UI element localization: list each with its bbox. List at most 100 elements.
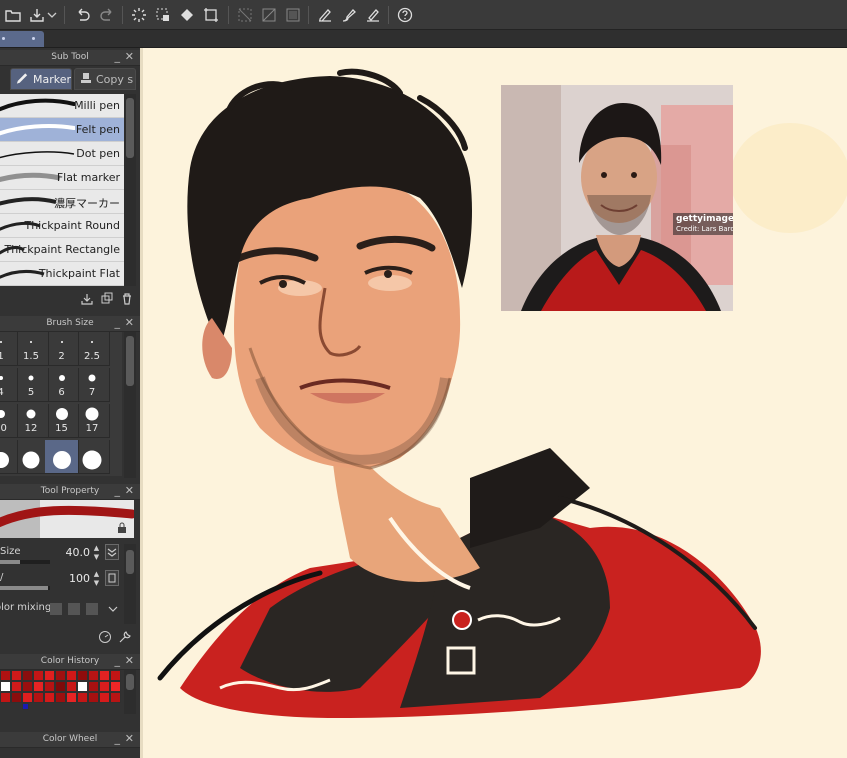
color-history-scrollbar[interactable] [124,670,136,714]
brush-size-cell[interactable]: 17 [75,404,110,438]
tool-property-header[interactable]: Tool Property _ ✕ [0,484,140,500]
color-swatch[interactable] [66,681,77,692]
close-icon[interactable]: ✕ [125,50,134,64]
brush-size-cell[interactable] [45,440,79,474]
color-swatch[interactable] [55,670,66,681]
download-icon[interactable] [80,292,94,306]
brush-size-cell[interactable]: 2.5 [75,332,110,366]
loading-spinner-icon[interactable] [128,4,150,26]
color-swatch[interactable] [88,692,99,703]
close-icon[interactable]: ✕ [125,484,134,498]
color-swatch[interactable] [77,692,88,703]
brush-item-thickpaint-rectangle[interactable]: Thickpaint Rectangle [0,238,124,262]
tab-copy-stamp[interactable]: Copy s [74,68,136,90]
brush-size-cell[interactable]: 15 [45,404,79,438]
brush-item-felt-pen[interactable]: Felt pen [0,118,124,142]
brush-stabilize-icon[interactable] [338,4,360,26]
color-swatch[interactable] [99,692,110,703]
minimize-icon[interactable]: _ [115,316,121,330]
brush-size-cell[interactable] [75,440,110,474]
brush-size-cell[interactable] [14,440,49,474]
color-swatch[interactable] [88,670,99,681]
color-swatch[interactable] [66,670,77,681]
color-swatch[interactable] [110,670,121,681]
color-swatch[interactable] [0,692,11,703]
size-value[interactable]: 40.0 [66,546,91,559]
scroll-thumb[interactable] [126,336,134,386]
brush-size-cell[interactable]: 1.5 [14,332,49,366]
brush-item-thick-marker[interactable]: 濃厚マーカー [0,190,124,214]
minimize-icon[interactable]: _ [115,654,121,668]
close-icon[interactable]: ✕ [125,732,134,746]
color-wheel-header[interactable]: Color Wheel _ ✕ [0,732,140,748]
color-swatch[interactable] [33,670,44,681]
brush-item-thickpaint-round[interactable]: Thickpaint Round [0,214,124,238]
redo-icon[interactable] [96,4,118,26]
brush-size-cell[interactable]: 12 [14,404,49,438]
gauge-icon[interactable] [98,630,112,644]
selection-clear-icon[interactable] [152,4,174,26]
wrench-icon[interactable] [118,630,132,644]
help-icon[interactable] [394,4,416,26]
brush-size-cell[interactable]: 7 [75,368,110,402]
tab-marker[interactable]: Marker [10,68,72,90]
document-tab[interactable] [0,31,44,47]
color-history-header[interactable]: Color History _ ✕ [0,654,140,670]
brush-item-milli-pen[interactable]: Milli pen [0,94,124,118]
size-spinner-icon[interactable]: ▲ ▼ [92,544,101,562]
drawing-canvas[interactable]: gettyimages Credit: Lars Baron [140,48,847,758]
color-swatch[interactable] [33,692,44,703]
brush-item-flat-marker[interactable]: Flat marker [0,166,124,190]
chevron-down-icon[interactable] [108,604,118,614]
lock-icon[interactable] [116,522,128,534]
frame-icon[interactable] [282,4,304,26]
color-swatch[interactable] [99,681,110,692]
chevron-down-icon[interactable] [46,4,58,26]
opacity-slider[interactable] [0,586,50,590]
scroll-thumb[interactable] [126,550,134,574]
color-swatch[interactable] [11,692,22,703]
size-slider[interactable] [0,560,50,564]
pen-correction-icon[interactable] [314,4,336,26]
mixing-mode-icons[interactable] [50,602,110,616]
color-swatch[interactable] [88,681,99,692]
color-swatch[interactable] [33,681,44,692]
minimize-icon[interactable]: _ [115,50,121,64]
brush-size-header[interactable]: Brush Size _ ✕ [0,316,140,332]
ruler-icon[interactable] [258,4,280,26]
color-swatch[interactable] [55,692,66,703]
brush-size-cell[interactable]: 5 [14,368,49,402]
transform-icon[interactable] [200,4,222,26]
color-swatch[interactable] [11,670,22,681]
color-swatch[interactable] [22,703,29,710]
close-icon[interactable]: ✕ [125,654,134,668]
size-dynamics-button[interactable] [105,544,119,560]
brush-item-dot-pen[interactable]: Dot pen [0,142,124,166]
minimize-icon[interactable]: _ [115,484,121,498]
close-icon[interactable]: ✕ [125,316,134,330]
brush-size-cell[interactable]: 2 [45,332,79,366]
opacity-spinner-icon[interactable]: ▲ ▼ [92,570,101,588]
duplicate-icon[interactable] [100,292,114,306]
color-swatch[interactable] [22,681,33,692]
tool-property-scrollbar[interactable] [124,544,136,624]
undo-icon[interactable] [72,4,94,26]
color-swatch[interactable] [0,681,11,692]
color-swatch[interactable] [44,692,55,703]
color-swatch[interactable] [11,681,22,692]
trash-icon[interactable] [120,292,134,306]
brush-size-cell[interactable]: 6 [45,368,79,402]
color-swatch[interactable] [99,670,110,681]
color-swatch[interactable] [77,681,88,692]
color-swatch[interactable] [22,692,33,703]
opacity-dynamics-button[interactable] [105,570,119,586]
scroll-thumb[interactable] [126,98,134,158]
color-swatch[interactable] [110,681,121,692]
opacity-value[interactable]: 100 [69,572,90,585]
pen-pressure-icon[interactable] [362,4,384,26]
color-swatch[interactable] [77,670,88,681]
brush-item-thickpaint-flat[interactable]: Thickpaint Flat [0,262,124,286]
grid-off-icon[interactable] [234,4,256,26]
open-file-icon[interactable] [2,4,24,26]
minimize-icon[interactable]: _ [115,732,121,746]
